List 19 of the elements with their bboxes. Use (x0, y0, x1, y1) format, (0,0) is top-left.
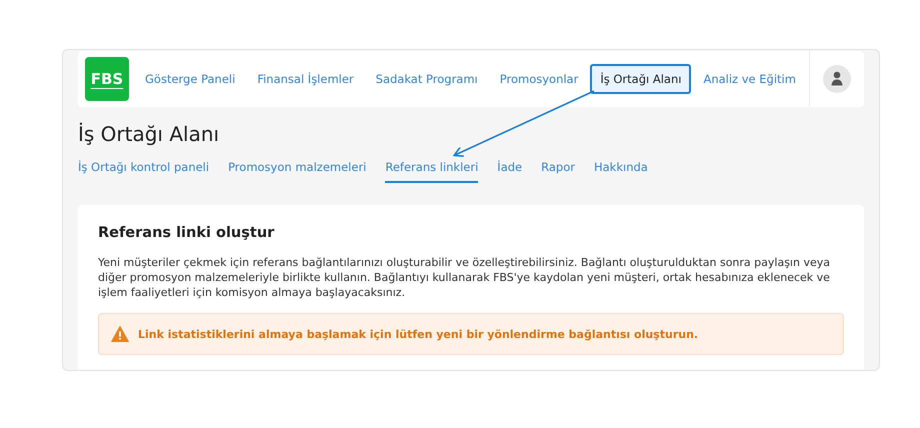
nav-link[interactable]: Gösterge Paneli (135, 64, 246, 94)
page-title: İş Ortağı Alanı (78, 122, 220, 146)
nav-link[interactable]: Promosyonlar (490, 64, 588, 94)
tab[interactable]: Hakkında (594, 160, 648, 183)
warning-text: Link istatistiklerini almaya başlamak için lütfen yeni bir yönlendirme bağlantısı oluşturun. (138, 328, 698, 340)
tab[interactable]: Promosyon malzemeleri (228, 160, 366, 183)
logo[interactable]: FBS (85, 57, 129, 101)
nav-link[interactable]: Analiz ve Eğitim (693, 64, 806, 94)
tab[interactable]: İş Ortağı kontrol paneli (78, 160, 210, 183)
card-heading: Referans linki oluştur (98, 225, 276, 241)
nav-link[interactable]: Sadakat Programı (366, 64, 488, 94)
nav-link[interactable]: Finansal İşlemler (247, 64, 364, 94)
tab[interactable]: Rapor (541, 160, 575, 183)
warning-icon (111, 326, 129, 342)
nav-link[interactable]: İş Ortağı Alanı (590, 64, 692, 94)
description-text: Yeni müşteriler çekmek için referans bağlantılarınızı oluşturabilir ve özelleştirebilirsiniz. Bağlantı oluşturulduktan sonra paylaşın veya diğer promosyon malzemeleriyle birlikte kullanın. Bağlantıyı kullanarak FBS'ye kaydolan yeni müşteri, ortak hesabınıza eklenecek ve işlem faaliyetleri için komisyon almaya başlayacaksınız. (98, 255, 831, 300)
tab[interactable]: Referans linkleri (385, 160, 478, 183)
user-avatar-icon[interactable] (823, 65, 851, 93)
tab[interactable]: İade (497, 160, 522, 183)
